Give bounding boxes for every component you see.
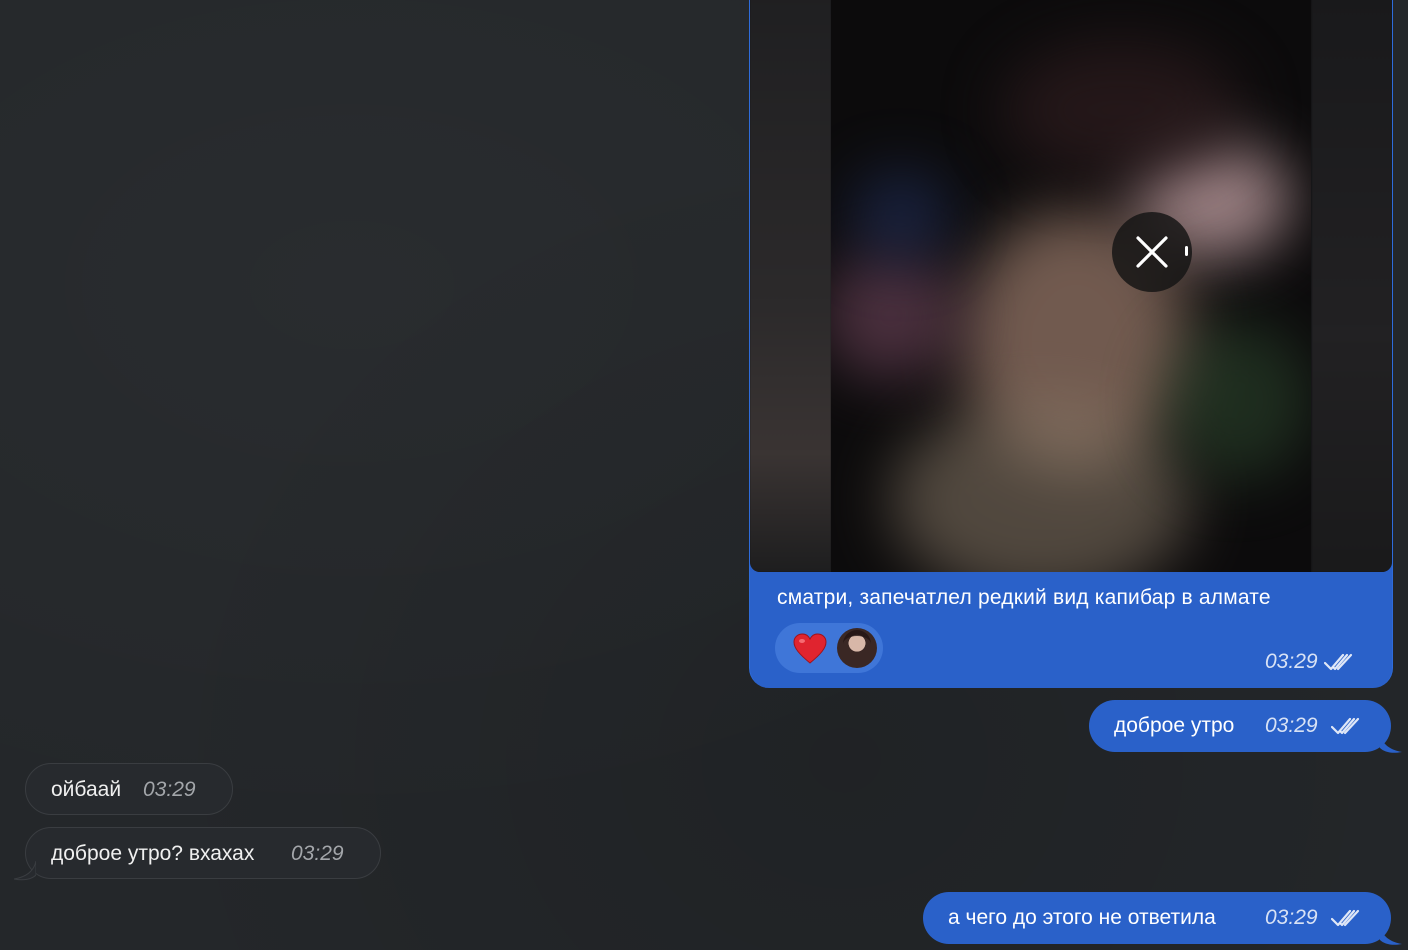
media-caption: сматри, запечатлел редкий вид капибар в … bbox=[777, 586, 1271, 609]
download-progress-indicator bbox=[1185, 246, 1188, 256]
message-time: 03:29 bbox=[1265, 714, 1318, 737]
message-time: 03:29 bbox=[143, 778, 196, 801]
message-text: а чего до этого не ответила bbox=[948, 906, 1216, 929]
message-time: 03:29 bbox=[1265, 650, 1318, 673]
outgoing-message[interactable]: доброе утро 03:29 bbox=[1089, 700, 1391, 752]
reaction-pill[interactable] bbox=[775, 623, 883, 673]
media-blur-side-right bbox=[1312, 0, 1392, 572]
double-check-icon bbox=[1323, 653, 1352, 671]
media-blur-side-left bbox=[750, 0, 831, 572]
close-icon bbox=[1136, 236, 1168, 268]
incoming-message[interactable]: ойбаай 03:29 bbox=[25, 763, 233, 815]
bubble-tail bbox=[1380, 734, 1402, 753]
blurred-photo[interactable] bbox=[831, 0, 1311, 572]
outgoing-media-message[interactable]: сматри, запечатлел редкий вид капибар в … bbox=[749, 0, 1393, 688]
message-text: доброе утро bbox=[1114, 714, 1235, 737]
message-text: ойбаай bbox=[51, 778, 122, 801]
reactor-avatar[interactable] bbox=[837, 628, 877, 668]
double-check-icon bbox=[1331, 717, 1360, 735]
media-message-meta: 03:29 bbox=[1265, 650, 1356, 674]
bubble-tail bbox=[1380, 926, 1402, 945]
heart-icon bbox=[793, 633, 827, 664]
media-preview[interactable] bbox=[750, 0, 1392, 572]
message-text: доброе утро? вхахах bbox=[51, 842, 255, 865]
message-time: 03:29 bbox=[1265, 906, 1318, 929]
outgoing-message[interactable]: а чего до этого не ответила 03:29 bbox=[923, 892, 1391, 944]
cancel-download-button[interactable] bbox=[1112, 212, 1192, 292]
message-time: 03:29 bbox=[291, 842, 344, 865]
double-check-icon bbox=[1331, 909, 1360, 927]
bubble-tail bbox=[14, 861, 36, 881]
incoming-message[interactable]: доброе утро? вхахах 03:29 bbox=[25, 827, 381, 879]
